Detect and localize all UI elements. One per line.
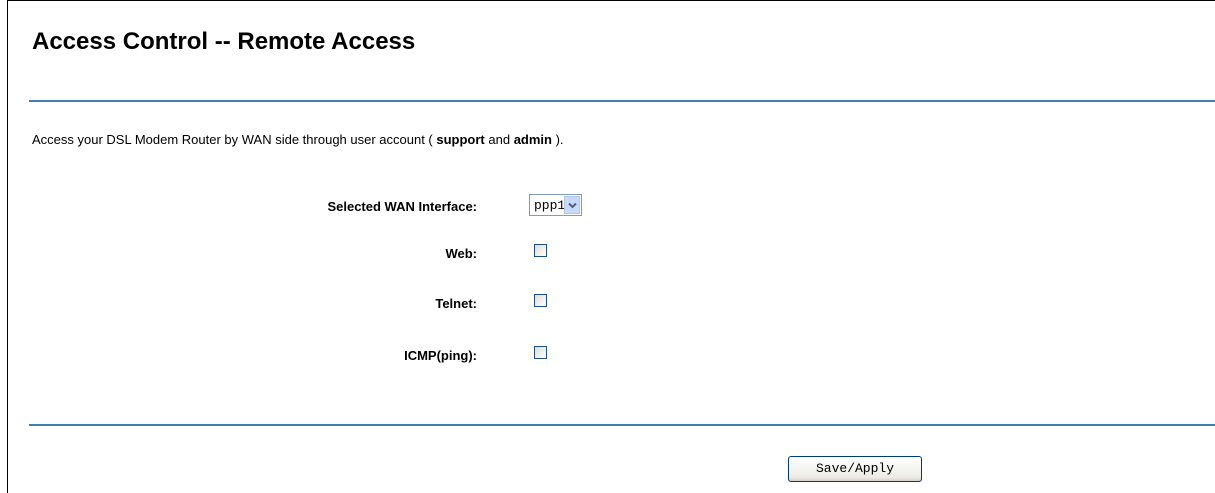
- description-prefix: Access your DSL Modem Router by WAN side…: [32, 132, 437, 147]
- dropdown-button[interactable]: [564, 196, 580, 214]
- wan-interface-select[interactable]: ppp1: [529, 194, 582, 216]
- icmp-label: ICMP(ping):: [404, 348, 477, 363]
- page-title: Access Control -- Remote Access: [32, 28, 416, 55]
- bottom-divider: [29, 424, 1215, 426]
- save-apply-button[interactable]: Save/Apply: [788, 456, 922, 482]
- chevron-down-icon: [568, 202, 577, 209]
- icmp-checkbox[interactable]: [534, 346, 547, 359]
- description-user-admin: admin: [513, 132, 552, 147]
- page-frame: Access Control -- Remote Access Access y…: [7, 0, 1215, 493]
- top-divider: [29, 100, 1215, 102]
- description-middle: and: [484, 132, 514, 147]
- web-label: Web:: [445, 246, 477, 261]
- telnet-checkbox[interactable]: [534, 294, 547, 307]
- web-checkbox[interactable]: [534, 244, 547, 257]
- wan-interface-value: ppp1: [534, 198, 566, 213]
- description-user-support: support: [436, 132, 485, 147]
- page-description: Access your DSL Modem Router by WAN side…: [32, 132, 564, 147]
- wan-interface-label: Selected WAN Interface:: [327, 199, 477, 214]
- telnet-label: Telnet:: [435, 296, 477, 311]
- description-suffix: ).: [551, 132, 564, 147]
